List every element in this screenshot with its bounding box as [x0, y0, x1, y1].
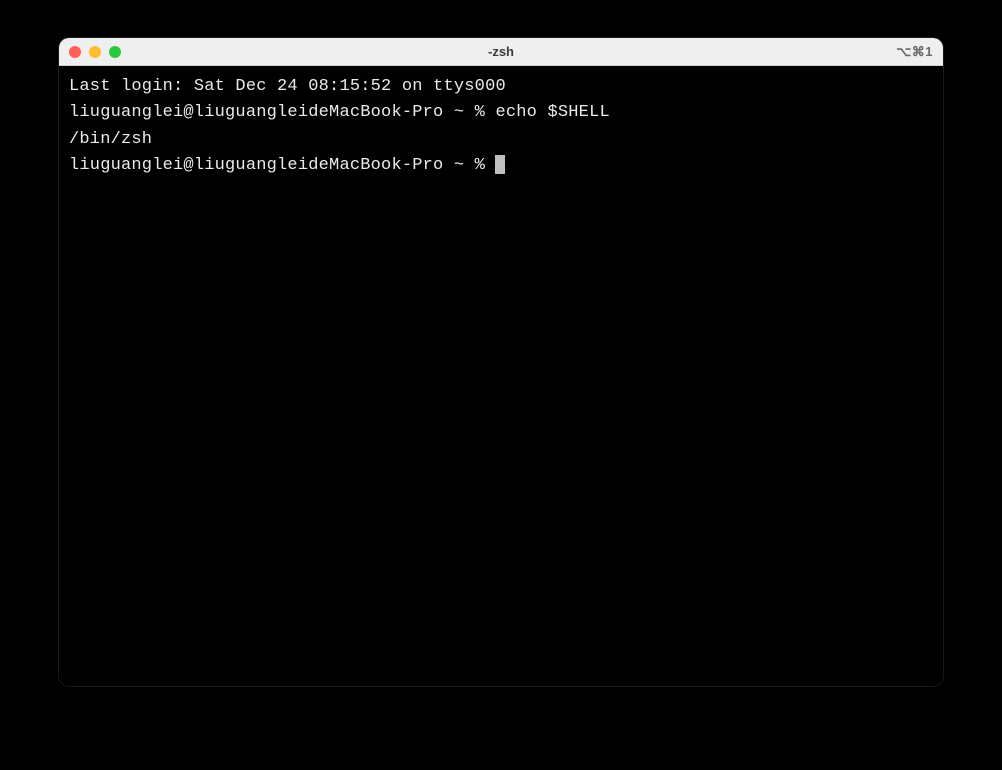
window-shortcut-label: ⌥⌘1: [896, 44, 933, 60]
terminal-body[interactable]: Last login: Sat Dec 24 08:15:52 on ttys0…: [59, 66, 943, 686]
cursor-icon: [495, 155, 505, 174]
maximize-button[interactable]: [109, 46, 121, 58]
minimize-button[interactable]: [89, 46, 101, 58]
terminal-line: /bin/zsh: [69, 127, 933, 153]
terminal-line: liuguanglei@liuguangleideMacBook-Pro ~ %: [69, 153, 933, 179]
close-button[interactable]: [69, 46, 81, 58]
traffic-lights: [69, 46, 121, 58]
command-text: echo $SHELL: [495, 103, 609, 122]
prompt-text: liuguanglei@liuguangleideMacBook-Pro ~ %: [69, 156, 495, 175]
titlebar[interactable]: -zsh ⌥⌘1: [59, 38, 943, 66]
terminal-line: Last login: Sat Dec 24 08:15:52 on ttys0…: [69, 74, 933, 100]
terminal-window: -zsh ⌥⌘1 Last login: Sat Dec 24 08:15:52…: [59, 38, 943, 686]
window-title: -zsh: [488, 44, 514, 59]
terminal-line: liuguanglei@liuguangleideMacBook-Pro ~ %…: [69, 100, 933, 126]
prompt-text: liuguanglei@liuguangleideMacBook-Pro ~ %: [69, 103, 495, 122]
